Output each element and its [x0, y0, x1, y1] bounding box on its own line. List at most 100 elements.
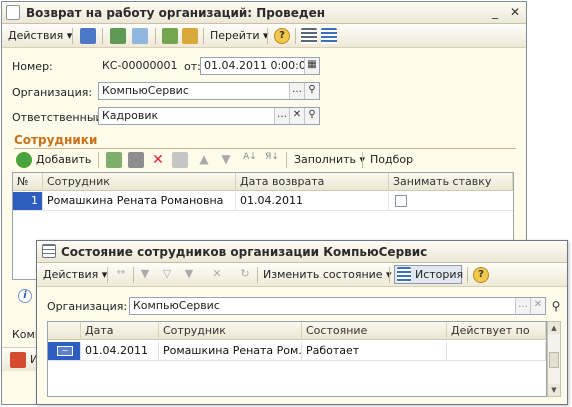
clear-icon[interactable]: ✕	[289, 108, 304, 124]
column-header-return-date[interactable]: Дата возврата	[236, 173, 389, 191]
goto-menu[interactable]: Перейти ▾	[210, 27, 269, 45]
table-row[interactable]: ~ 01.04.2011 Ромашкина Рената Ром... Раб…	[48, 342, 546, 361]
vertical-scrollbar[interactable]: ▲ ▼	[547, 321, 561, 397]
date-field[interactable]: 01.04.2011 0:00:00 ▦	[200, 57, 320, 75]
state-cell[interactable]: Работает	[302, 342, 447, 360]
sort-asc-icon[interactable]: A↓	[242, 152, 258, 168]
valid-until-cell[interactable]	[447, 342, 546, 360]
number-label: Номер:	[12, 60, 53, 73]
refresh-icon[interactable]: ↻	[237, 267, 253, 283]
link-icon[interactable]: ↔	[113, 267, 129, 283]
filter-value-icon[interactable]: ▽	[159, 267, 175, 283]
calendar-icon[interactable]: ▦	[304, 58, 319, 74]
title-bar: Возврат на работу организаций: Проведен …	[2, 2, 526, 24]
search-icon[interactable]: ⚲	[548, 298, 564, 314]
column-header-icon	[48, 322, 81, 340]
organization-label: Организация:	[12, 86, 93, 99]
toolbar-separator	[102, 28, 103, 44]
toolbar-separator	[286, 152, 287, 168]
change-state-menu[interactable]: Изменить состояние ▾	[263, 266, 392, 284]
add-button[interactable]: Добавить	[36, 151, 91, 169]
column-header-employee[interactable]: Сотрудник	[43, 173, 236, 191]
document-flow-icon[interactable]	[10, 352, 26, 368]
filter-menu-icon[interactable]: ▼	[181, 267, 197, 283]
copy-icon[interactable]	[132, 28, 148, 44]
sort-desc-icon[interactable]: Я↓	[264, 152, 280, 168]
toolbar-separator	[133, 267, 134, 283]
state-row-icon: ~	[57, 346, 73, 356]
toolbar-separator	[98, 152, 99, 168]
delete-icon[interactable]: ✕	[150, 152, 166, 168]
search-icon[interactable]: ⚲	[304, 108, 319, 124]
list-view-icon[interactable]	[301, 28, 317, 44]
table-icon	[42, 244, 56, 258]
column-header-valid-until[interactable]: Действует по	[447, 322, 546, 340]
end-edit-icon[interactable]	[172, 152, 188, 168]
toolbar-separator	[203, 28, 204, 44]
document-toolbar: Действия ▾ Перейти ▾ ?	[2, 24, 526, 48]
help-icon[interactable]: ?	[473, 267, 489, 283]
filter-icon[interactable]: ▼	[137, 267, 153, 283]
clear-icon[interactable]: ✕	[530, 298, 545, 314]
responsible-value: Кадровик	[102, 109, 159, 122]
section-divider	[14, 148, 516, 149]
help-icon[interactable]: ?	[274, 28, 290, 44]
fill-menu[interactable]: Заполнить ▾	[294, 151, 365, 169]
clear-filter-icon[interactable]: ✕	[209, 267, 225, 283]
actions-menu[interactable]: Действия ▾	[8, 27, 72, 45]
table-header: № Сотрудник Дата возврата Занимать ставк…	[13, 173, 513, 191]
scroll-down-icon[interactable]: ▼	[548, 384, 560, 396]
return-date-cell[interactable]: 01.04.2011	[236, 192, 389, 210]
history-button[interactable]: История	[394, 265, 463, 284]
column-header-employee[interactable]: Сотрудник	[159, 322, 302, 340]
toolbar-separator	[257, 267, 258, 283]
select-ellipsis-button[interactable]: …	[289, 83, 304, 99]
column-header-occupy-rate[interactable]: Занимать ставку	[389, 173, 513, 191]
scroll-up-icon[interactable]: ▲	[548, 322, 560, 334]
organization-field[interactable]: КомпьюСервис … ⚲	[98, 82, 320, 100]
responsible-field[interactable]: Кадровик … ✕ ⚲	[98, 107, 320, 125]
state-table: Дата Сотрудник Состояние Действует по ~ …	[47, 321, 547, 397]
minimize-button[interactable]: _	[488, 5, 502, 19]
column-header-number[interactable]: №	[13, 173, 43, 191]
select-ellipsis-button[interactable]: …	[515, 298, 530, 314]
organization-value: КомпьюСервис	[102, 84, 189, 97]
toolbar-separator	[267, 28, 268, 44]
date-cell[interactable]: 01.04.2011	[81, 342, 159, 360]
organization-label: Организация:	[47, 300, 128, 313]
select-button[interactable]: Подбор	[370, 151, 413, 169]
scroll-thumb[interactable]	[549, 352, 559, 368]
window-title: Состояние сотрудников организации Компью…	[61, 245, 428, 259]
occupy-rate-checkbox[interactable]	[395, 195, 407, 207]
save-icon[interactable]	[80, 28, 96, 44]
move-up-icon[interactable]: ▲	[196, 152, 212, 168]
actions-menu[interactable]: Действия ▾	[43, 266, 107, 284]
column-header-state[interactable]: Состояние	[302, 322, 447, 340]
employees-toolbar: Добавить ✕ ▲ ▼ A↓ Я↓ Заполнить ▾ Подбор	[12, 150, 518, 170]
post-icon[interactable]	[110, 28, 126, 44]
move-down-icon[interactable]: ▼	[218, 152, 234, 168]
column-header-date[interactable]: Дата	[81, 322, 159, 340]
print-icon[interactable]	[162, 28, 178, 44]
structure-icon[interactable]	[182, 28, 198, 44]
responsible-label: Ответственный:	[12, 111, 107, 124]
date-label: от:	[184, 60, 201, 73]
edit-icon[interactable]	[128, 152, 144, 168]
table-row[interactable]: 1 Ромашкина Рената Романовна 01.04.2011	[13, 192, 513, 211]
select-ellipsis-button[interactable]: …	[274, 108, 289, 124]
settings-list-icon[interactable]	[321, 28, 337, 44]
organization-field[interactable]: КомпьюСервис … ✕	[129, 297, 546, 315]
search-icon[interactable]: ⚲	[304, 83, 319, 99]
employee-cell[interactable]: Ромашкина Рената Ром...	[159, 342, 302, 360]
document-icon	[6, 5, 20, 20]
toolbar-separator	[295, 28, 296, 44]
row-number-cell: 1	[13, 192, 43, 210]
close-button[interactable]: ✕	[508, 5, 522, 19]
employee-state-window: Состояние сотрудников организации Компью…	[36, 240, 568, 405]
toolbar-separator	[467, 267, 468, 283]
toolbar-separator	[155, 28, 156, 44]
employee-cell[interactable]: Ромашкина Рената Романовна	[43, 192, 236, 210]
number-field[interactable]: КС-00000001	[98, 57, 178, 75]
add-icon[interactable]	[16, 152, 32, 168]
copy-row-icon[interactable]	[106, 152, 122, 168]
